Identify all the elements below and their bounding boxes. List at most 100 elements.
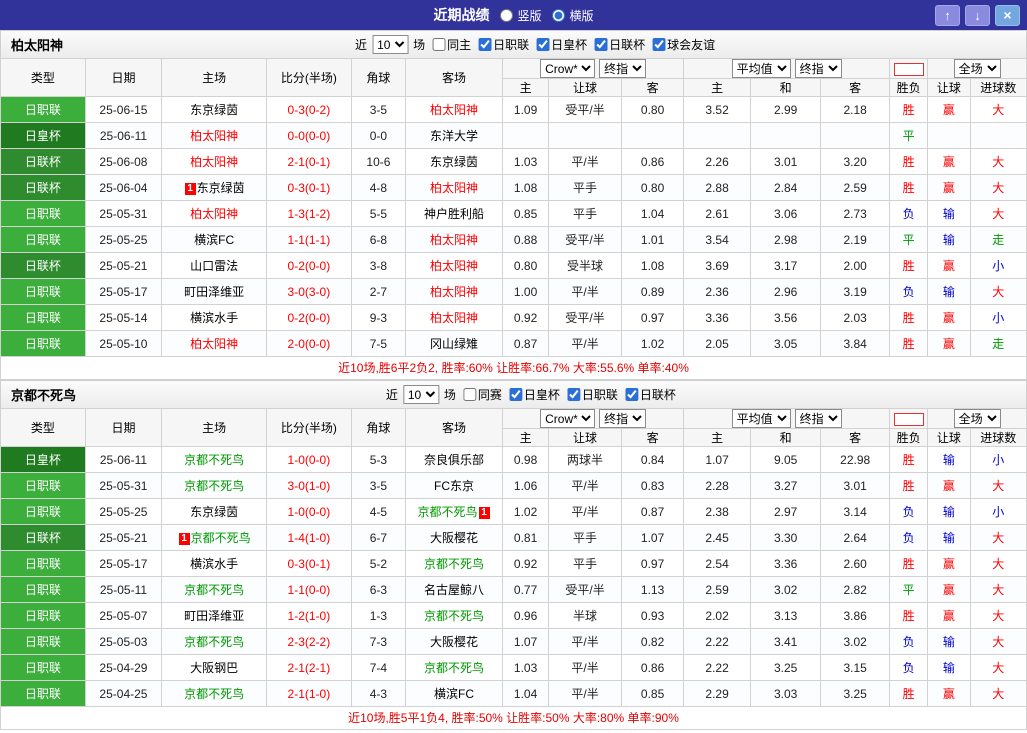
home-team-cell[interactable]: 横滨FC — [161, 226, 268, 253]
average-select[interactable]: 平均值 — [731, 59, 791, 78]
score-cell[interactable]: 0-3(0-1) — [266, 174, 352, 201]
score-cell[interactable]: 0-3(0-2) — [266, 96, 352, 123]
layout-radio-vertical[interactable]: 竖版 — [499, 7, 542, 24]
away-team-cell[interactable]: 名古屋鲸八 — [405, 576, 503, 603]
away-team-cell[interactable]: 东京绿茵 — [405, 148, 503, 175]
score-cell[interactable]: 2-1(0-1) — [266, 148, 352, 175]
result-cell-1: 负 — [888, 498, 929, 525]
score-cell[interactable]: 2-3(2-2) — [266, 628, 352, 655]
home-team-cell[interactable]: 町田泽维亚 — [161, 278, 268, 305]
away-team-cell[interactable]: 冈山绿雉 — [405, 330, 503, 357]
rounds-select[interactable]: 10 — [402, 385, 439, 404]
score-cell[interactable]: 1-4(1-0) — [266, 524, 352, 551]
score-cell[interactable]: 2-0(0-0) — [266, 330, 352, 357]
away-team-cell[interactable]: 横滨FC — [405, 680, 503, 707]
away-team-cell[interactable]: 神户胜利船 — [405, 200, 503, 227]
league-filter-3[interactable]: 日联杯 — [594, 36, 645, 53]
same-venue-filter-checkbox[interactable] — [462, 388, 476, 401]
away-team-cell[interactable]: 东洋大学 — [405, 122, 503, 149]
layout-radio-horizontal-input[interactable] — [551, 8, 565, 22]
score-cell[interactable]: 0-0(0-0) — [266, 122, 352, 149]
away-team-cell[interactable]: 柏太阳神 — [405, 304, 503, 331]
score-cell[interactable]: 1-0(0-0) — [266, 498, 352, 525]
away-team-cell[interactable]: 京都不死鸟 — [405, 654, 503, 681]
match-row: 日职联 25-05-31 京都不死鸟 3-0(1-0) 3-5 FC东京 1.06 平/半 0.… — [0, 472, 1027, 499]
home-team-cell[interactable]: 町田泽维亚 — [161, 602, 268, 629]
league-filter-2[interactable]: 日职联 — [566, 386, 618, 403]
layout-radio-vertical-input[interactable] — [499, 8, 513, 22]
score-cell[interactable]: 2-1(1-0) — [266, 680, 352, 707]
away-team-cell[interactable]: 京都不死鸟 1 — [405, 498, 503, 525]
scope-select[interactable]: 全场 — [953, 59, 1001, 78]
league-filter-4-checkbox[interactable] — [652, 38, 666, 51]
home-team-cell[interactable]: 京都不死鸟 — [161, 680, 268, 707]
home-team-cell[interactable]: 东京绿茵 — [161, 96, 268, 123]
scroll-down-button[interactable]: ↓ — [965, 4, 990, 26]
home-team-cell[interactable]: 柏太阳神 — [161, 122, 268, 149]
league-filter-2-checkbox[interactable] — [566, 388, 580, 401]
scroll-up-button[interactable]: ↑ — [935, 4, 960, 26]
odds-stage-select-2[interactable]: 终指 — [794, 409, 842, 428]
home-team-cell[interactable]: 柏太阳神 — [161, 200, 268, 227]
league-filter-1[interactable]: 日皇杯 — [508, 386, 560, 403]
league-filter-3-checkbox[interactable] — [594, 38, 608, 51]
same-venue-filter[interactable]: 同赛 — [462, 386, 502, 403]
home-team-cell[interactable]: 京都不死鸟 — [161, 446, 268, 473]
bookmaker-select[interactable]: Crow* — [540, 59, 596, 78]
league-filter-3[interactable]: 日联杯 — [624, 386, 676, 403]
bookmaker-select[interactable]: Crow* — [540, 409, 596, 428]
score-cell[interactable]: 2-1(2-1) — [266, 654, 352, 681]
subcol-header-7: 胜负 — [888, 78, 929, 97]
score-cell[interactable]: 1-2(1-0) — [266, 602, 352, 629]
home-team-cell[interactable]: 柏太阳神 — [161, 330, 268, 357]
score-cell[interactable]: 1-0(0-0) — [266, 446, 352, 473]
away-team-cell[interactable]: 奈良俱乐部 — [405, 446, 503, 473]
league-filter-3-checkbox[interactable] — [624, 388, 638, 401]
score-cell[interactable]: 3-0(3-0) — [266, 278, 352, 305]
home-team-cell[interactable]: 京都不死鸟 — [161, 472, 268, 499]
score-cell[interactable]: 1-1(0-0) — [266, 576, 352, 603]
score-cell[interactable]: 1-1(1-1) — [266, 226, 352, 253]
home-team-cell[interactable]: 大阪钢巴 — [161, 654, 268, 681]
away-team-cell[interactable]: 柏太阳神 — [405, 278, 503, 305]
home-team-cell[interactable]: 横滨水手 — [161, 550, 268, 577]
score-cell[interactable]: 0-2(0-0) — [266, 304, 352, 331]
league-filter-1[interactable]: 日职联 — [478, 36, 529, 53]
league-filter-4[interactable]: 球会友谊 — [652, 36, 715, 53]
home-team-cell[interactable]: 横滨水手 — [161, 304, 268, 331]
away-team-cell[interactable]: 柏太阳神 — [405, 252, 503, 279]
rounds-select[interactable]: 10 — [372, 35, 409, 54]
away-team-cell[interactable]: 柏太阳神 — [405, 174, 503, 201]
odds-stage-select-2[interactable]: 终指 — [794, 59, 842, 78]
score-cell[interactable]: 0-2(0-0) — [266, 252, 352, 279]
score-cell[interactable]: 0-3(0-1) — [266, 550, 352, 577]
league-filter-1-checkbox[interactable] — [508, 388, 522, 401]
home-team-cell[interactable]: 1 东京绿茵 — [161, 174, 268, 201]
away-team-cell[interactable]: 京都不死鸟 — [405, 550, 503, 577]
layout-radio-horizontal[interactable]: 横版 — [551, 7, 594, 24]
home-team-cell[interactable]: 山口雷法 — [161, 252, 268, 279]
odds-stage-select-1[interactable]: 终指 — [599, 59, 647, 78]
league-filter-1-checkbox[interactable] — [478, 38, 492, 51]
away-team-cell[interactable]: 京都不死鸟 — [405, 602, 503, 629]
away-team-cell[interactable]: 柏太阳神 — [405, 226, 503, 253]
close-button[interactable]: × — [995, 4, 1020, 26]
score-cell[interactable]: 1-3(1-2) — [266, 200, 352, 227]
average-select[interactable]: 平均值 — [731, 409, 791, 428]
score-cell[interactable]: 3-0(1-0) — [266, 472, 352, 499]
odds-stage-select-1[interactable]: 终指 — [599, 409, 647, 428]
home-team-cell[interactable]: 东京绿茵 — [161, 498, 268, 525]
away-team-cell[interactable]: 大阪樱花 — [405, 524, 503, 551]
away-team-cell[interactable]: FC东京 — [405, 472, 503, 499]
league-filter-2-checkbox[interactable] — [536, 38, 550, 51]
away-team-cell[interactable]: 柏太阳神 — [405, 96, 503, 123]
home-team-cell[interactable]: 1 京都不死鸟 — [161, 524, 268, 551]
home-team-cell[interactable]: 京都不死鸟 — [161, 576, 268, 603]
home-team-cell[interactable]: 京都不死鸟 — [161, 628, 268, 655]
scope-select[interactable]: 全场 — [953, 409, 1001, 428]
home-team-cell[interactable]: 柏太阳神 — [161, 148, 268, 175]
same-venue-filter[interactable]: 同主 — [432, 36, 471, 53]
league-filter-2[interactable]: 日皇杯 — [536, 36, 587, 53]
same-venue-filter-checkbox[interactable] — [432, 38, 446, 51]
away-team-cell[interactable]: 大阪樱花 — [405, 628, 503, 655]
